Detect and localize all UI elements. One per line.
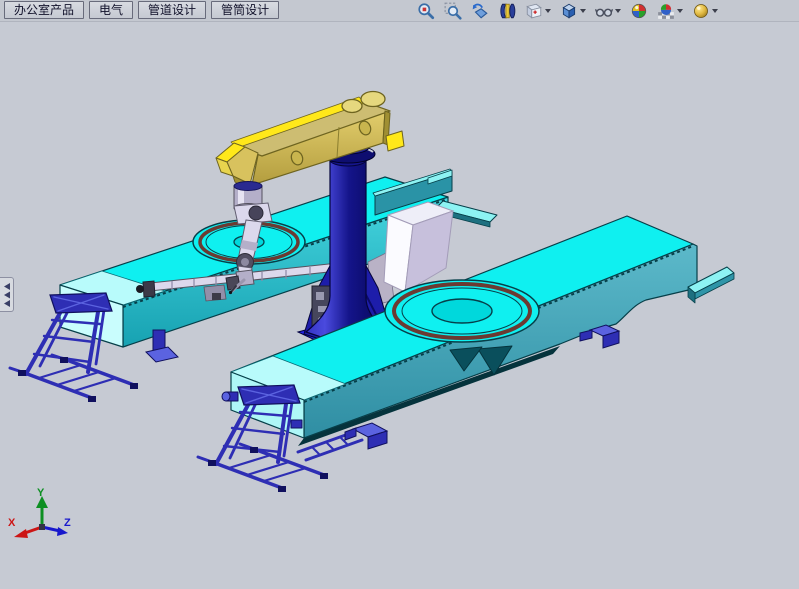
tool-stand-wedge[interactable] [384, 202, 453, 292]
display-style-icon [560, 2, 578, 20]
view-settings-button[interactable] [691, 1, 719, 21]
apply-scene-icon [657, 2, 675, 20]
edit-appearance-icon [630, 2, 648, 20]
tab-piping-design[interactable]: 管道设计 [138, 1, 206, 19]
heads-up-view-toolbar [416, 1, 719, 21]
zoom-to-area-icon [444, 2, 462, 20]
view-orientation-button[interactable] [524, 1, 552, 21]
view-settings-icon [692, 2, 710, 20]
apply-scene-button[interactable] [656, 1, 684, 21]
zoom-to-area-button[interactable] [443, 1, 463, 21]
right-beam-ring[interactable] [385, 280, 539, 342]
section-view-button[interactable] [497, 1, 517, 21]
collapse-left-arrows-icon [3, 282, 11, 308]
view-orientation-dropdown-arrow[interactable] [545, 9, 551, 13]
triad-y-label: Y [37, 487, 45, 499]
zoom-to-fit-icon [417, 2, 435, 20]
hide-show-items-button[interactable] [594, 1, 622, 21]
previous-view-icon [471, 2, 489, 20]
section-view-icon [498, 2, 516, 20]
viewport-3d[interactable]: Y X Z [0, 0, 799, 589]
orientation-triad: Y X Z [8, 487, 71, 538]
view-settings-dropdown-arrow[interactable] [712, 9, 718, 13]
cad-application-window: Y X Z 估 办公室产品 电气 管道设计 管筒设计 [0, 0, 799, 589]
apply-scene-dropdown-arrow[interactable] [677, 9, 683, 13]
hide-show-items-dropdown-arrow[interactable] [615, 9, 621, 13]
display-style-dropdown-arrow[interactable] [580, 9, 586, 13]
triad-z-label: Z [64, 517, 71, 529]
display-style-button[interactable] [559, 1, 587, 21]
triad-x-label: X [8, 517, 16, 529]
feature-panel-toggle[interactable] [0, 277, 14, 312]
tab-tubing-design[interactable]: 管筒设计 [211, 1, 279, 19]
command-tabs: 估 办公室产品 电气 管道设计 管筒设计 [0, 1, 279, 19]
tab-electrical[interactable]: 电气 [89, 1, 133, 19]
hide-show-items-icon [595, 2, 613, 20]
view-orientation-icon [525, 2, 543, 20]
zoom-to-fit-button[interactable] [416, 1, 436, 21]
previous-view-button[interactable] [470, 1, 490, 21]
command-manager-bar: 估 办公室产品 电气 管道设计 管筒设计 [0, 0, 799, 22]
edit-appearance-button[interactable] [629, 1, 649, 21]
tab-office-products[interactable]: 办公室产品 [4, 1, 84, 19]
robot-boom[interactable] [216, 92, 404, 191]
